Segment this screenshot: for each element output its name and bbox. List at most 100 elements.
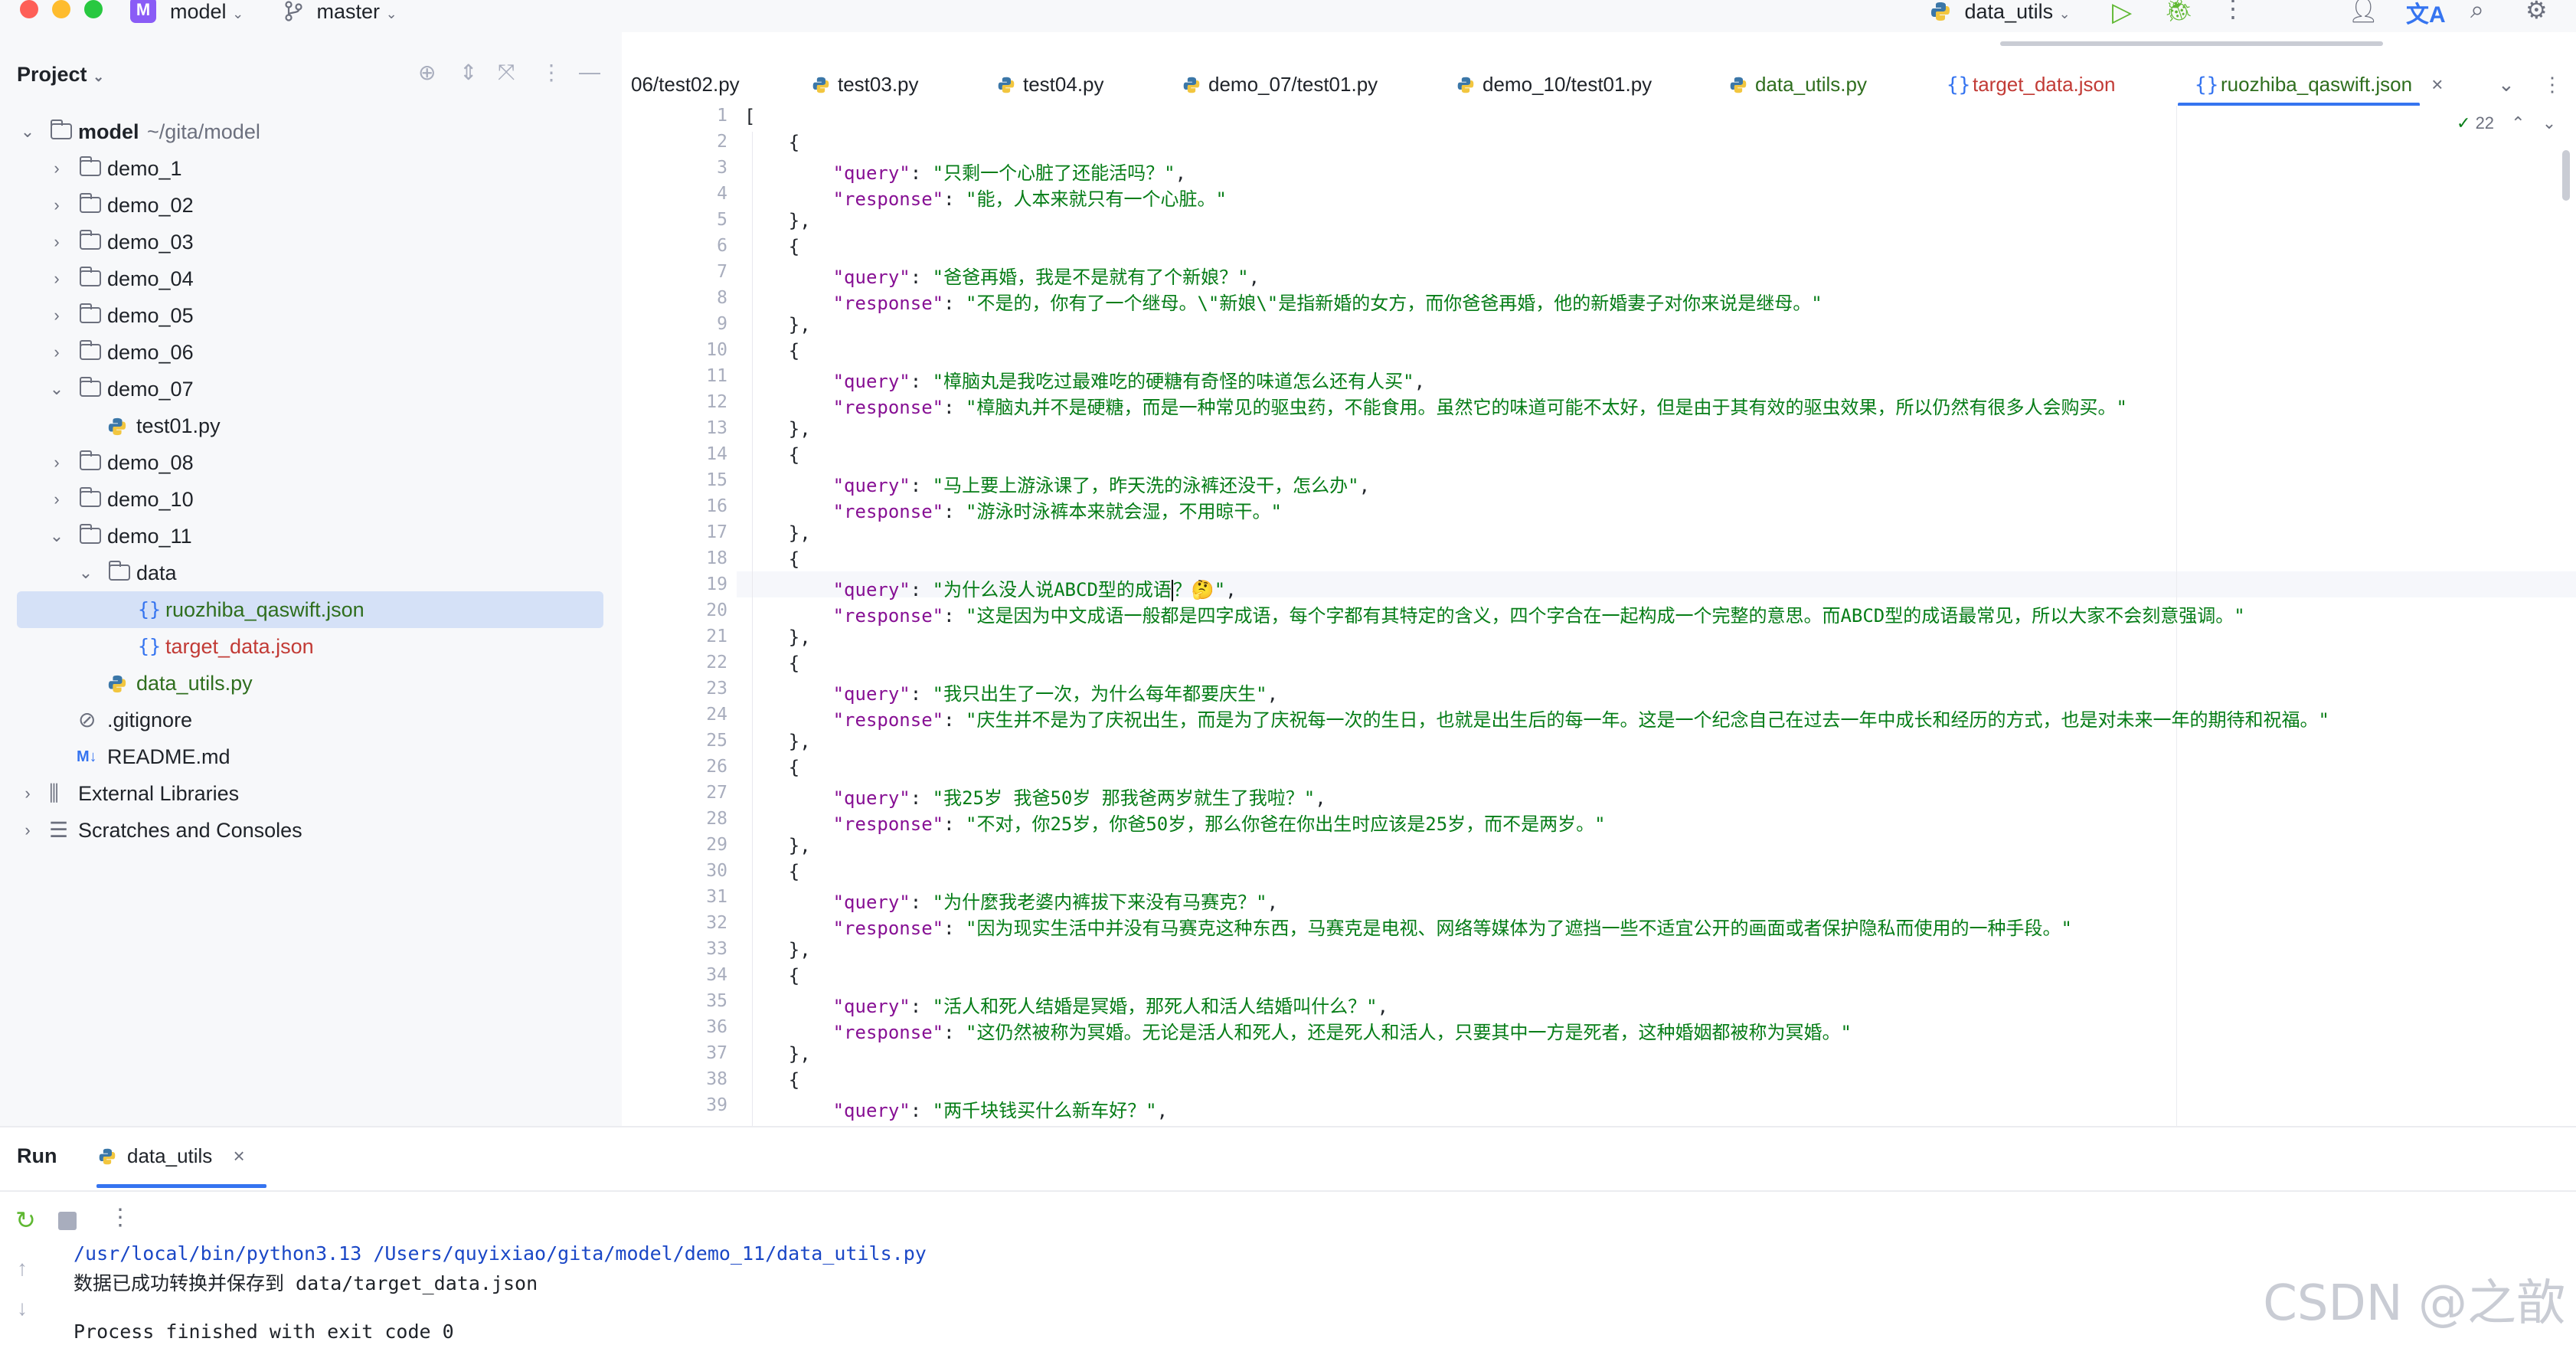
code-token: },: [744, 835, 811, 856]
code-token: },: [744, 1043, 811, 1065]
code-line: },: [744, 418, 811, 440]
locate-icon[interactable]: ⊕: [418, 60, 436, 85]
tab-options-button[interactable]: ⋮: [2542, 64, 2562, 104]
line-number: 36: [706, 1017, 727, 1037]
rerun-icon[interactable]: ↻: [15, 1206, 36, 1235]
close-run-tab-icon[interactable]: ×: [234, 1144, 245, 1167]
tab-demo07-test01-py[interactable]: demo_07/test01.py: [1182, 64, 1378, 104]
tree-item-gitignore[interactable]: ⊘ .gitignore: [0, 702, 622, 738]
tree-item-demo-11[interactable]: ⌄ demo_11: [0, 518, 622, 555]
search-everywhere-button[interactable]: ⌕: [2470, 0, 2484, 25]
tab-target-data-json[interactable]: {} target_data.json: [1947, 64, 2115, 104]
run-button[interactable]: ▷: [2112, 0, 2132, 28]
tab-data-utils-py[interactable]: data_utils.py: [1729, 64, 1867, 104]
tree-item-target-data-json[interactable]: {} target_data.json: [0, 628, 622, 665]
tab-ruozhiba-qaswift-json[interactable]: {} ruozhiba_qaswift.json ×: [2195, 64, 2443, 104]
tree-item-demo-10[interactable]: › demo_10: [0, 481, 622, 518]
json-string: "不对，你25岁，你爸50岁，那么你爸在你出生时应该是25岁，而不是两岁。": [966, 813, 1606, 835]
json-key: "response": [832, 1022, 944, 1043]
tab-list-button[interactable]: ⌄: [2498, 64, 2515, 104]
inspection-widget[interactable]: ✓ 22 ⌃ ⌄: [2457, 113, 2556, 133]
collapse-all-icon[interactable]: ⤧: [498, 60, 515, 85]
tab-demo10-test01-py[interactable]: demo_10/test01.py: [1456, 64, 1652, 104]
python-file-icon: [997, 64, 1023, 104]
settings-button[interactable]: ⚙: [2525, 0, 2548, 25]
folder-icon: [50, 113, 74, 150]
tree-item-ruozhiba-qaswift-json[interactable]: {} ruozhiba_qaswift.json: [17, 591, 603, 628]
line-number-gutter: 1 2 3 4 5 6 7 8 9 10 11 12 13 14 15 16 17 18 19 20 21 22 23 24 2…: [622, 106, 737, 1126]
project-switcher[interactable]: model ⌄: [170, 0, 244, 25]
tab-scrollbar[interactable]: [2000, 41, 2383, 46]
tab-06-test02-py[interactable]: 06/test02.py: [631, 64, 740, 104]
expand-all-icon[interactable]: ⇕: [459, 60, 477, 85]
json-string: "游泳时泳裤本来就会湿，不用晾干。": [966, 501, 1282, 522]
line-number: 11: [706, 366, 727, 386]
scroll-down-icon[interactable]: ↓: [17, 1296, 28, 1320]
folder-icon: [79, 371, 103, 407]
line-number: 7: [717, 262, 727, 282]
tree-item-demo-05[interactable]: › demo_05: [0, 297, 622, 334]
line-number: 28: [706, 809, 727, 829]
json-string: "因为现实生活中并没有马赛克这种东西，马赛克是电视、网络等媒体为了遮挡一些不适宜…: [966, 918, 2072, 939]
tree-item-label: target_data.json: [165, 635, 314, 658]
tree-item-demo-02[interactable]: › demo_02: [0, 187, 622, 224]
line-number: 19: [706, 574, 727, 594]
code-token: :: [910, 996, 933, 1017]
json-key: "response": [832, 501, 944, 522]
tree-item-demo-04[interactable]: › demo_04: [0, 260, 622, 297]
tree-item-data[interactable]: ⌄ data: [0, 555, 622, 591]
line-number: 14: [706, 444, 727, 464]
tree-item-demo-1[interactable]: › demo_1: [0, 150, 622, 187]
tree-item-scratches[interactable]: › ☰ Scratches and Consoles: [0, 812, 622, 849]
more-vertical-icon[interactable]: ⋮: [109, 1204, 132, 1231]
tree-item-readme[interactable]: M↓ README.md: [0, 738, 622, 775]
chevron-up-icon[interactable]: ⌃: [2511, 113, 2525, 133]
run-config-selector[interactable]: data_utils ⌄: [1930, 0, 2071, 25]
tree-root[interactable]: ⌄ model ~/gita/model: [0, 113, 622, 150]
code-token: :: [943, 1022, 966, 1043]
project-panel-title[interactable]: Project ⌄: [17, 63, 104, 87]
json-string: "两千块钱买什么新车好？": [932, 1100, 1157, 1121]
code-token: ,: [1414, 371, 1426, 392]
hide-panel-icon[interactable]: —: [579, 60, 600, 84]
tab-test04-py[interactable]: test04.py: [997, 64, 1104, 104]
scroll-up-icon[interactable]: ↑: [17, 1256, 28, 1281]
minimize-window-button[interactable]: [52, 0, 70, 18]
close-tab-icon[interactable]: ×: [2431, 73, 2443, 96]
stop-icon[interactable]: [58, 1212, 77, 1230]
tab-test03-py[interactable]: test03.py: [812, 64, 919, 104]
code-token: ,: [1156, 1100, 1169, 1121]
code-line: "response": "游泳时泳裤本来就会湿，不用晾干。": [744, 496, 1282, 523]
editor-scrollbar[interactable]: [2562, 150, 2570, 201]
more-actions-button[interactable]: ⋮: [2221, 0, 2245, 23]
run-tab-data-utils[interactable]: data_utils ×: [98, 1144, 245, 1168]
tree-item-label: README.md: [107, 745, 230, 768]
tree-item-demo-08[interactable]: › demo_08: [0, 444, 622, 481]
debug-button[interactable]: 🐞︎: [2164, 0, 2193, 24]
tree-item-demo-07[interactable]: ⌄ demo_07: [0, 371, 622, 407]
code-editor[interactable]: 1 2 3 4 5 6 7 8 9 10 11 12 13 14 15 16 17 18 19 20 21 22 23 24 2…: [622, 106, 2576, 1126]
translate-button[interactable]: 文A: [2406, 0, 2446, 29]
tree-item-test01-py[interactable]: test01.py: [0, 407, 622, 444]
python-file-icon: [1456, 64, 1483, 104]
line-number: 26: [706, 757, 727, 777]
zoom-window-button[interactable]: [84, 0, 103, 18]
markdown-file-icon: M↓: [77, 748, 97, 765]
tree-item-demo-06[interactable]: › demo_06: [0, 334, 622, 371]
add-user-button[interactable]: 👤︎: [2348, 0, 2379, 25]
tree-item-data-utils-py[interactable]: data_utils.py: [0, 665, 622, 702]
tab-label: data_utils.py: [1755, 73, 1867, 96]
code-line: "query": "我只出生了一次，为什么每年都要庆生",: [744, 679, 1278, 705]
chevron-down-icon[interactable]: ⌄: [2542, 113, 2556, 133]
close-window-button[interactable]: [20, 0, 38, 18]
options-icon[interactable]: ⋮: [541, 60, 562, 85]
tree-item-demo-03[interactable]: › demo_03: [0, 224, 622, 260]
json-key: "response": [832, 605, 944, 627]
run-panel-title[interactable]: Run: [17, 1144, 57, 1168]
branch-switcher[interactable]: master ⌄: [283, 0, 397, 25]
line-number: 9: [717, 314, 727, 334]
folder-icon: [108, 555, 132, 591]
tree-item-external-libraries[interactable]: › ⫼ External Libraries: [0, 775, 622, 812]
